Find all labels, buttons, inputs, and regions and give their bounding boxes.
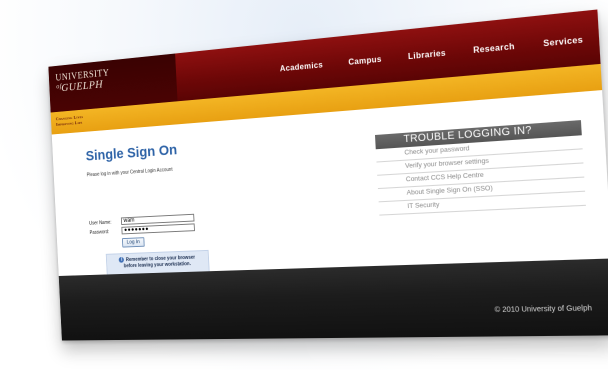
university-logo[interactable]: UNIVERSITY ᵒᶠGUELPH [55,69,104,101]
main-nav: Academics Campus Libraries Research Serv… [280,35,584,73]
browser-page-screenshot: UNIVERSITY ᵒᶠGUELPH Academics Campus Lib… [48,9,608,340]
nav-campus[interactable]: Campus [348,55,382,67]
logo-line-2: ᵒᶠGUELPH [56,79,104,94]
nav-services[interactable]: Services [543,35,583,49]
page-title: Single Sign On [85,142,177,165]
password-input[interactable]: ●●●●●●● [121,223,195,234]
nav-research[interactable]: Research [473,42,515,55]
trouble-logging-in-panel: TROUBLE LOGGING IN? Check your password … [375,120,587,237]
reminder-line-2: before leaving your workstation. [124,262,191,270]
username-label: User Name: [89,220,112,227]
login-button[interactable]: Log In [122,237,145,247]
copyright-text: © 2010 University of Guelph [494,305,592,314]
tagline: Changing Lives Improving Life [56,114,84,127]
nav-libraries[interactable]: Libraries [408,48,446,61]
login-intro-text: Please log in with your Central Login Ac… [87,167,173,178]
nav-academics[interactable]: Academics [280,60,324,73]
info-icon: i [119,257,124,263]
password-label: Password: [89,229,109,235]
perspective-stage: UNIVERSITY ᵒᶠGUELPH Academics Campus Lib… [0,0,608,370]
